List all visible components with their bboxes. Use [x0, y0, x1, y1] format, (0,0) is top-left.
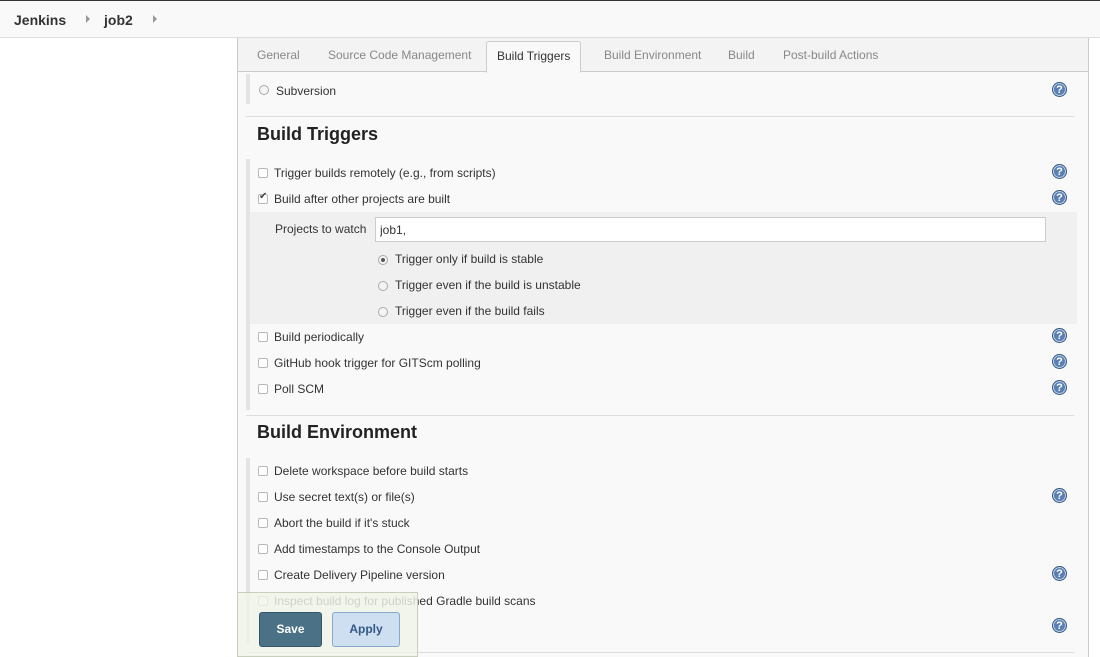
- timestamps-checkbox[interactable]: [258, 544, 268, 554]
- delete-workspace-option[interactable]: Delete workspace before build starts: [238, 462, 1088, 484]
- trigger-remote-option[interactable]: Trigger builds remotely (e.g., from scri…: [238, 164, 1088, 186]
- trigger-fails-radio[interactable]: [378, 307, 388, 317]
- help-icon[interactable]: ?: [1052, 190, 1067, 205]
- trigger-stable-label: Trigger only if build is stable: [395, 252, 544, 266]
- trigger-unstable-radio[interactable]: [378, 281, 388, 291]
- build-after-other-option[interactable]: Build after other projects are built ?: [238, 190, 1088, 212]
- help-icon[interactable]: ?: [1052, 164, 1067, 179]
- build-environment-heading: Build Environment: [257, 422, 418, 442]
- help-icon[interactable]: ?: [1052, 618, 1067, 633]
- delete-workspace-label: Delete workspace before build starts: [274, 464, 469, 478]
- help-icon[interactable]: ?: [1052, 82, 1067, 97]
- help-icon[interactable]: ?: [1052, 566, 1067, 581]
- build-after-other-label: Build after other projects are built: [274, 192, 451, 206]
- github-hook-option[interactable]: GitHub hook trigger for GITScm polling ?: [238, 354, 1088, 376]
- trigger-remote-label: Trigger builds remotely (e.g., from scri…: [274, 166, 496, 180]
- section-divider: [246, 415, 1074, 416]
- build-periodically-checkbox[interactable]: [258, 332, 268, 342]
- help-icon[interactable]: ?: [1052, 354, 1067, 369]
- config-tabs: General Source Code Management Build Tri…: [238, 38, 1088, 73]
- breadcrumb-jenkins-link[interactable]: Jenkins: [14, 12, 66, 28]
- build-periodically-option[interactable]: Build periodically ?: [238, 328, 1088, 350]
- trigger-remote-checkbox[interactable]: [258, 168, 268, 178]
- timestamps-option[interactable]: Add timestamps to the Console Output: [238, 540, 1088, 562]
- build-triggers-heading: Build Triggers: [257, 124, 379, 144]
- abort-stuck-option[interactable]: Abort the build if it's stuck: [238, 514, 1088, 536]
- poll-scm-option[interactable]: Poll SCM ?: [238, 380, 1088, 402]
- trigger-fails-label: Trigger even if the build fails: [395, 304, 545, 318]
- help-icon[interactable]: ?: [1052, 488, 1067, 503]
- secret-files-label: Use secret text(s) or file(s): [274, 490, 415, 504]
- breadcrumb-job-link[interactable]: job2: [104, 12, 133, 28]
- config-panel: General Source Code Management Build Tri…: [237, 38, 1089, 657]
- trigger-stable-option[interactable]: Trigger only if build is stable: [238, 250, 1088, 272]
- abort-stuck-checkbox[interactable]: [258, 518, 268, 528]
- tab-build-triggers[interactable]: Build Triggers: [486, 41, 582, 73]
- save-button[interactable]: Save: [259, 612, 322, 647]
- poll-scm-label: Poll SCM: [274, 382, 325, 396]
- tab-build[interactable]: Build: [728, 48, 755, 62]
- delete-workspace-checkbox[interactable]: [258, 466, 268, 476]
- trigger-unstable-option[interactable]: Trigger even if the build is unstable: [238, 276, 1088, 298]
- poll-scm-checkbox[interactable]: [258, 384, 268, 394]
- chevron-right-icon[interactable]: [153, 15, 157, 23]
- tab-post-build-actions[interactable]: Post-build Actions: [783, 48, 878, 62]
- build-after-other-checkbox[interactable]: [258, 191, 268, 204]
- apply-button[interactable]: Apply: [332, 612, 400, 647]
- section-divider: [246, 116, 1074, 117]
- delivery-pipeline-option[interactable]: Create Delivery Pipeline version ?: [238, 566, 1088, 588]
- projects-to-watch-label: Projects to watch: [275, 222, 367, 236]
- timestamps-label: Add timestamps to the Console Output: [274, 542, 481, 556]
- delivery-pipeline-checkbox[interactable]: [258, 570, 268, 580]
- chevron-right-icon[interactable]: [86, 15, 90, 23]
- trigger-stable-radio[interactable]: [378, 255, 388, 265]
- save-apply-bar: Save Apply: [237, 592, 418, 657]
- trigger-unstable-label: Trigger even if the build is unstable: [395, 278, 581, 292]
- tab-general[interactable]: General: [257, 48, 300, 62]
- help-icon[interactable]: ?: [1052, 328, 1067, 343]
- trigger-fails-option[interactable]: Trigger even if the build fails: [238, 302, 1088, 324]
- github-hook-label: GitHub hook trigger for GITScm polling: [274, 356, 481, 370]
- github-hook-checkbox[interactable]: [258, 358, 268, 368]
- help-icon[interactable]: ?: [1052, 380, 1067, 395]
- tab-source-code-management[interactable]: Source Code Management: [328, 48, 471, 62]
- subversion-label: Subversion: [276, 84, 337, 98]
- build-periodically-label: Build periodically: [274, 330, 365, 344]
- breadcrumb: Jenkins job2: [0, 0, 1100, 38]
- secret-files-option[interactable]: Use secret text(s) or file(s) ?: [238, 488, 1088, 510]
- subversion-radio[interactable]: [259, 85, 269, 95]
- abort-stuck-label: Abort the build if it's stuck: [274, 516, 410, 530]
- delivery-pipeline-label: Create Delivery Pipeline version: [274, 568, 445, 582]
- projects-to-watch-input[interactable]: [375, 217, 1046, 242]
- secret-files-checkbox[interactable]: [258, 492, 268, 502]
- tab-build-environment[interactable]: Build Environment: [604, 48, 701, 62]
- scm-subversion-option[interactable]: Subversion ?: [238, 82, 1088, 104]
